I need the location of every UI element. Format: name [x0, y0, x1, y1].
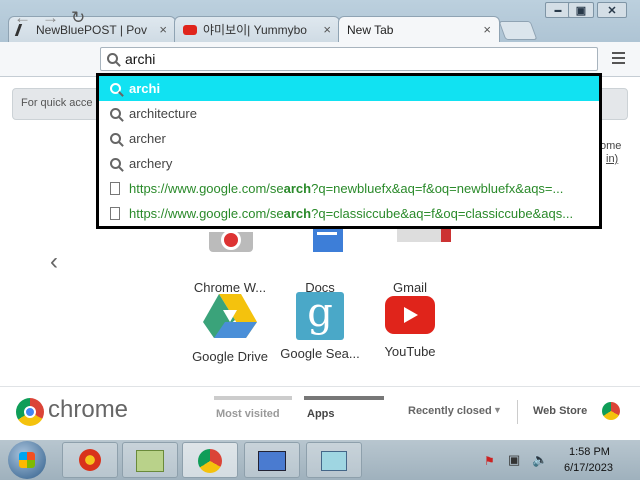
suggestion-url: https://www.google.com/search?q=newbluef… — [129, 181, 564, 196]
youtube-favicon-icon — [183, 24, 197, 35]
volume-muted-icon[interactable]: 🔈 — [532, 452, 548, 468]
most-visited-bar — [214, 396, 292, 400]
apps-tab-bar — [304, 396, 384, 400]
suggestion-item[interactable]: https://www.google.com/search?q=newbluef… — [99, 176, 599, 201]
taskbar-app-1[interactable] — [62, 442, 118, 478]
new-tab-button[interactable] — [498, 21, 538, 40]
close-window-button[interactable]: ✕ — [597, 2, 627, 18]
search-icon — [109, 158, 121, 169]
app-chrome-web-store[interactable]: Chrome W... — [185, 226, 275, 295]
app-icon — [79, 449, 101, 471]
network-icon[interactable]: ▣ — [508, 452, 520, 468]
clock-date[interactable]: 6/17/2023 — [564, 462, 613, 474]
app-google-search[interactable]: g Google Sea... — [275, 292, 365, 361]
most-visited-tab[interactable]: Most visited — [216, 408, 280, 420]
suggestion-list: archi architecture archer archery https:… — [99, 76, 599, 226]
start-button[interactable] — [8, 441, 46, 479]
taskbar-app-2[interactable] — [122, 442, 178, 478]
signin-link-partial[interactable]: in) — [606, 153, 618, 165]
app-label: Google Sea... — [280, 346, 360, 361]
chrome-wordmark: chrome — [48, 396, 129, 423]
suggestion-text: archer — [129, 131, 166, 146]
address-input[interactable] — [125, 51, 585, 67]
reload-icon[interactable]: ↻ — [71, 8, 85, 28]
google-drive-icon — [203, 294, 257, 338]
apps-tab[interactable]: Apps — [307, 408, 335, 420]
taskbar-app-5[interactable] — [306, 442, 362, 478]
gmail-icon — [381, 226, 451, 274]
suggestion-text: archi — [129, 81, 161, 96]
app-icon — [321, 451, 347, 471]
tab-yummyboy[interactable]: 야미보이| Yummybo × — [174, 16, 340, 42]
suggestion-item[interactable]: https://www.google.com/search?q=classicc… — [99, 201, 599, 226]
forward-arrow-icon[interactable]: → — [42, 8, 59, 28]
app-youtube[interactable]: YouTube — [365, 292, 455, 359]
tab-close-icon[interactable]: × — [159, 22, 167, 37]
bookmarks-hint-text: For quick acce — [21, 97, 93, 109]
tab-close-icon[interactable]: × — [483, 22, 491, 37]
suggestion-item[interactable]: archery — [99, 151, 599, 176]
clock-time[interactable]: 1:58 PM — [569, 446, 610, 458]
tab-close-icon[interactable]: × — [323, 22, 331, 37]
search-icon — [107, 53, 118, 64]
docs-icon — [291, 226, 349, 274]
autocomplete-dropdown: archi architecture archer archery https:… — [96, 73, 602, 229]
taskbar-chrome[interactable] — [182, 442, 238, 478]
signin-text-partial: ome — [600, 140, 622, 152]
suggestion-text: architecture — [129, 106, 197, 121]
web-store-link[interactable]: Web Store — [533, 405, 587, 417]
google-search-icon: g — [296, 292, 344, 340]
recently-closed-menu[interactable]: Recently closed — [408, 405, 492, 417]
app-label: YouTube — [384, 344, 436, 359]
youtube-icon — [385, 296, 435, 334]
search-icon — [109, 133, 121, 144]
chevron-left-icon[interactable]: ‹ — [50, 248, 58, 276]
suggestion-text: archery — [129, 156, 173, 171]
tab-title: New Tab — [347, 22, 394, 37]
menu-icon[interactable] — [612, 52, 625, 64]
chrome-web-store-icon — [201, 226, 259, 274]
chrome-icon — [198, 449, 222, 473]
app-google-drive[interactable]: Google Drive — [185, 292, 275, 364]
search-icon — [109, 83, 121, 94]
page-icon — [110, 207, 120, 220]
web-store-icon[interactable] — [602, 402, 620, 420]
suggestion-url: https://www.google.com/search?q=classicc… — [129, 206, 574, 221]
suggestion-item[interactable]: archi — [99, 76, 599, 101]
suggestion-item[interactable]: architecture — [99, 101, 599, 126]
app-icon — [136, 450, 164, 472]
footer-divider — [517, 400, 518, 424]
keyboard-icon — [258, 451, 286, 471]
windows-logo-icon — [19, 452, 35, 468]
page-icon — [110, 182, 120, 195]
flag-icon[interactable]: ⚑ — [484, 454, 495, 468]
omnibox[interactable] — [100, 47, 598, 71]
search-icon — [109, 108, 121, 119]
app-docs[interactable]: Docs — [275, 226, 365, 295]
app-gmail[interactable]: Gmail — [365, 226, 455, 295]
chevron-down-icon: ▼ — [493, 405, 502, 415]
suggestion-item[interactable]: archer — [99, 126, 599, 151]
back-arrow-icon[interactable]: ← — [14, 8, 31, 28]
tab-newbluepost[interactable]: NewBluePOST | Pov × — [8, 16, 176, 42]
app-label: Google Drive — [192, 349, 268, 364]
tab-title: 야미보이| Yummybo — [203, 23, 307, 37]
tab-new-tab[interactable]: New Tab × — [338, 16, 500, 42]
taskbar-app-4[interactable] — [244, 442, 300, 478]
chrome-logo-icon — [16, 398, 44, 426]
maximize-button[interactable]: ▣ — [568, 2, 594, 18]
